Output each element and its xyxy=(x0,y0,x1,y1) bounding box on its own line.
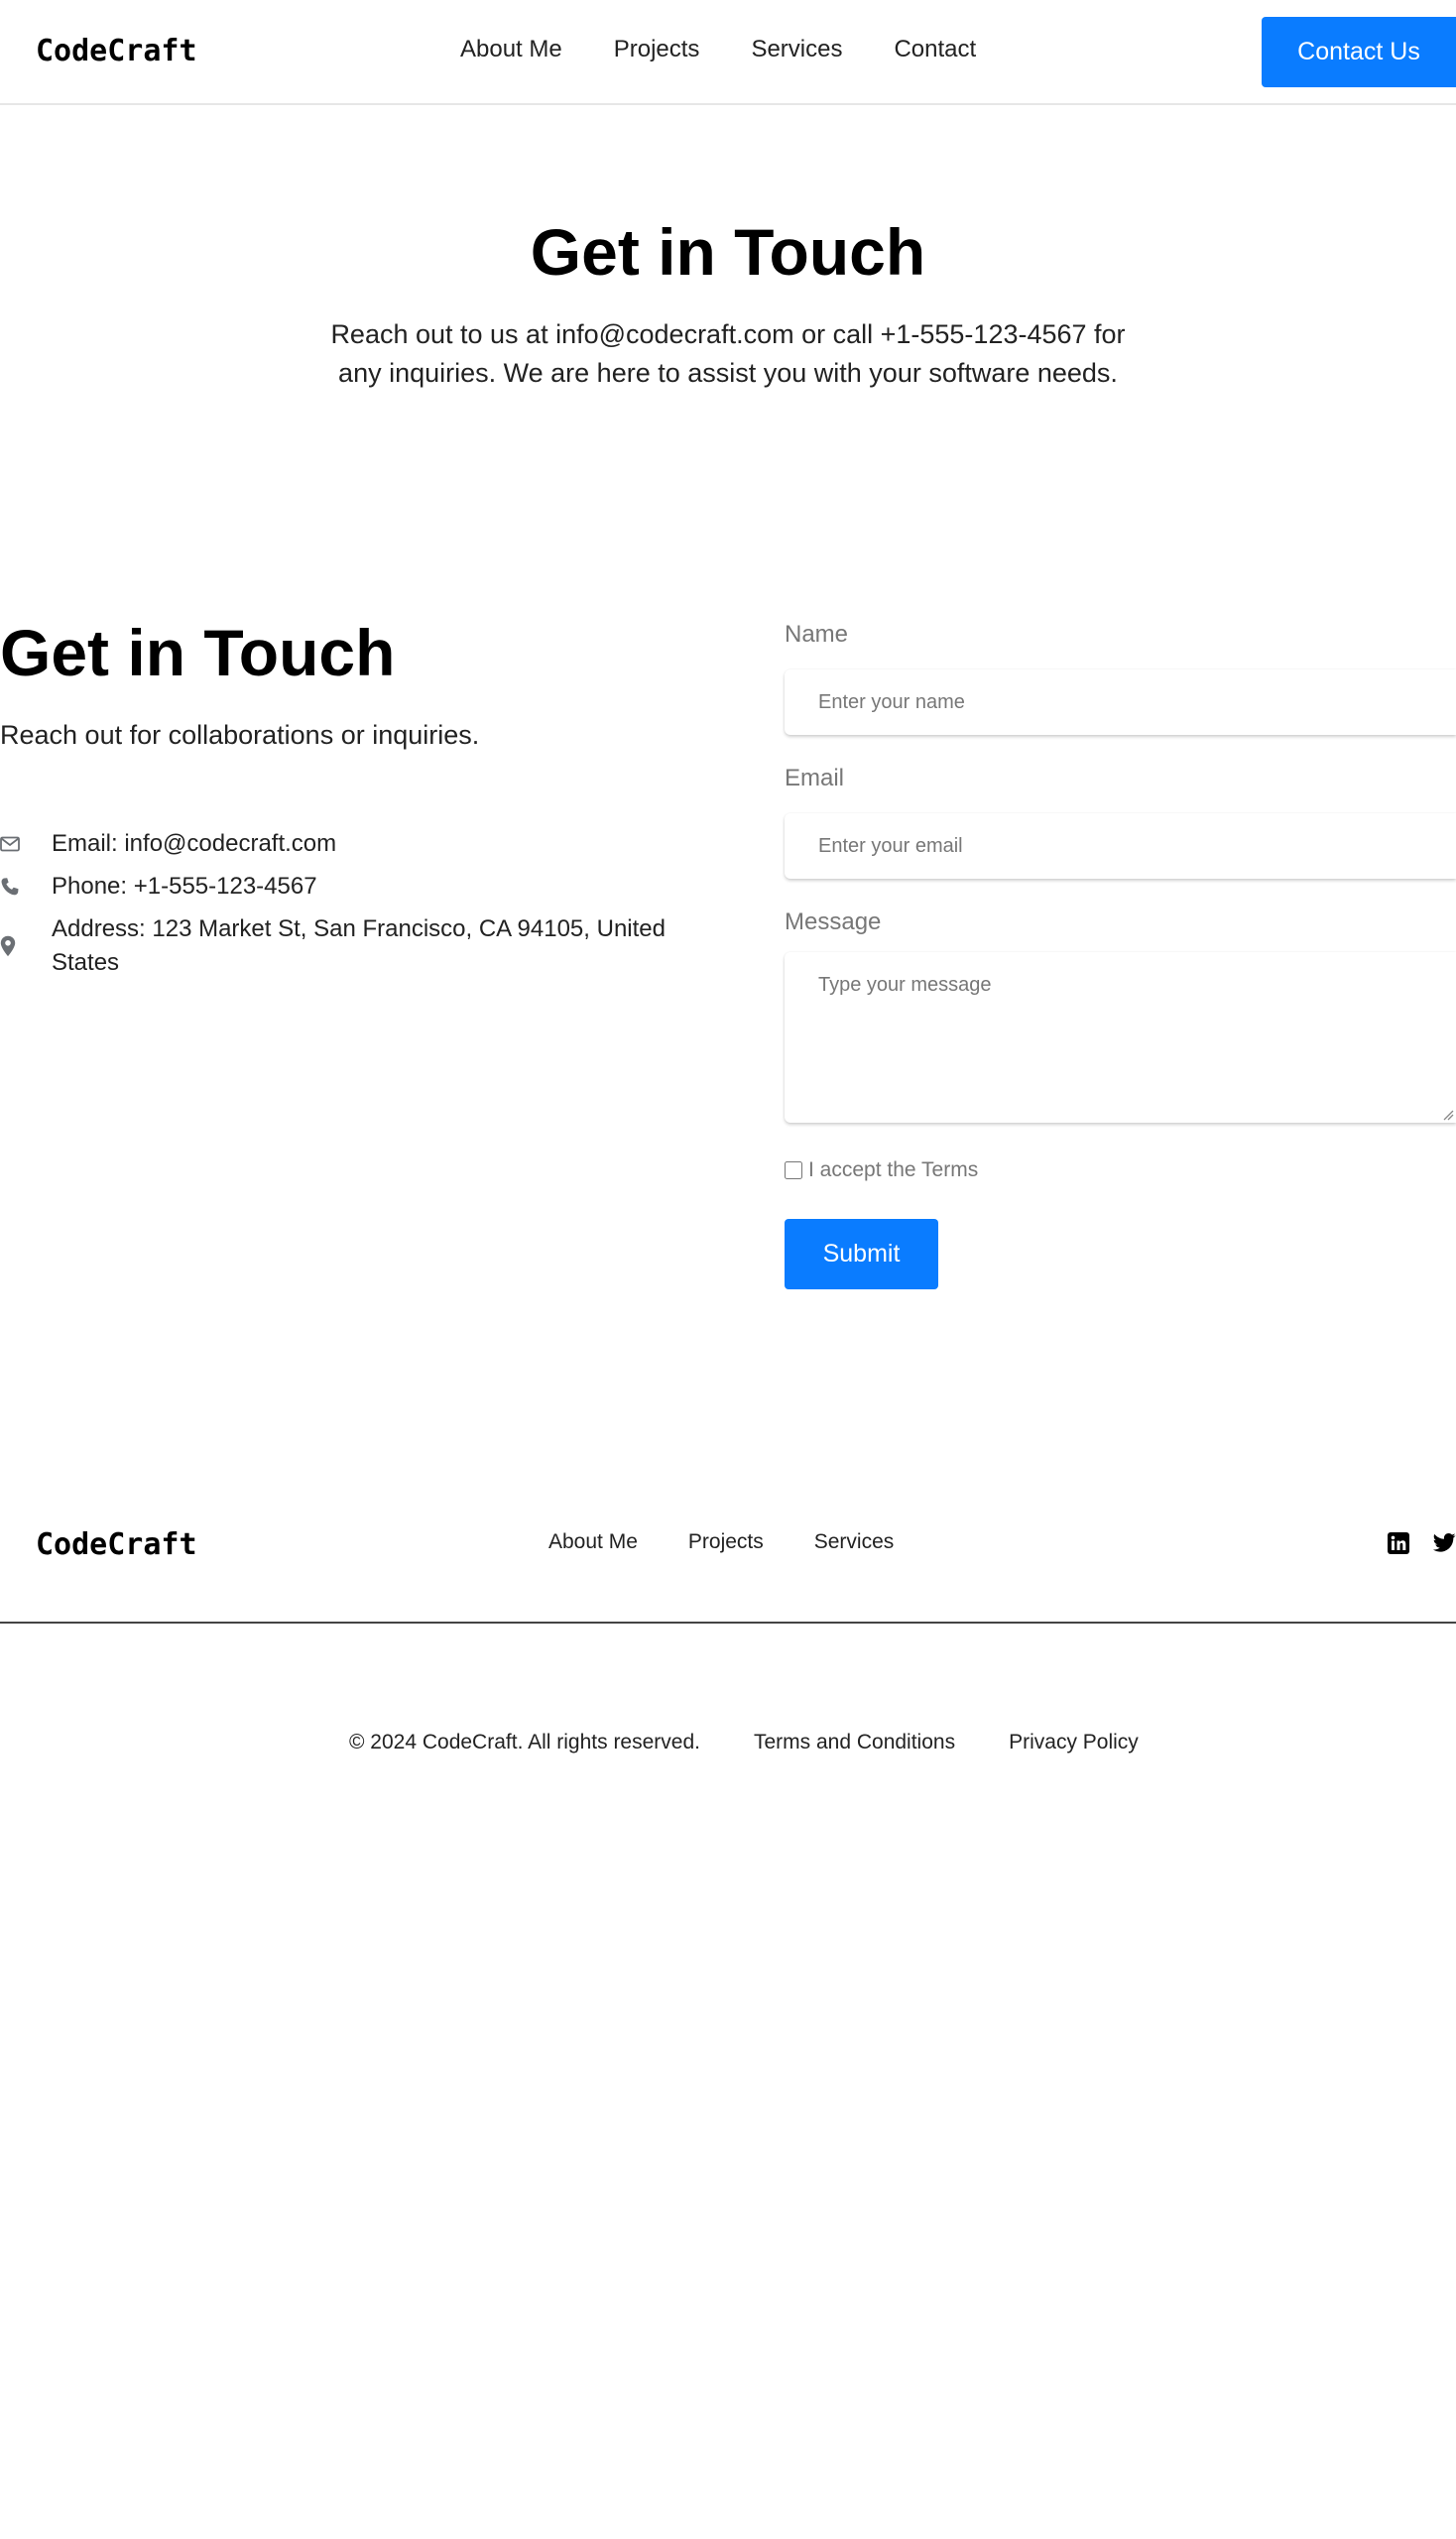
name-label: Name xyxy=(785,621,849,648)
phone-icon xyxy=(0,870,52,904)
nav-about-me[interactable]: About Me xyxy=(460,36,562,63)
contact-address: Address: 123 Market St, San Francisco, C… xyxy=(52,915,666,976)
footer-divider xyxy=(0,1622,1456,1624)
contact-subtitle: Reach out for collaborations or inquirie… xyxy=(0,720,480,750)
map-pin-icon xyxy=(0,912,52,980)
envelope-icon xyxy=(0,827,52,861)
hero-title: Get in Touch xyxy=(530,215,926,289)
email-label: Email xyxy=(785,765,845,791)
copyright: © 2024 CodeCraft. All rights reserved. xyxy=(349,1731,700,1753)
terms-link[interactable]: Terms and Conditions xyxy=(754,1731,955,1754)
main-nav: About Me Projects Services Contact xyxy=(460,36,976,63)
nav-projects[interactable]: Projects xyxy=(614,36,700,63)
hero-text: Reach out to us at info@codecraft.com or… xyxy=(330,319,1126,388)
site-header: CodeCraft About Me Projects Services Con… xyxy=(0,0,1456,105)
linkedin-icon[interactable] xyxy=(1388,1532,1409,1554)
terms-label: I accept the Terms xyxy=(808,1158,979,1181)
message-label: Message xyxy=(785,908,882,935)
contact-us-button[interactable]: Contact Us xyxy=(1262,17,1456,87)
twitter-icon[interactable] xyxy=(1432,1532,1456,1554)
terms-row[interactable]: I accept the Terms xyxy=(785,1158,978,1182)
contact-email-row: Email: info@codecraft.com xyxy=(0,827,706,861)
resize-grip-icon[interactable] xyxy=(1440,1107,1454,1121)
contact-phone-row: Phone: +1-555-123-4567 xyxy=(0,870,706,904)
message-textarea[interactable] xyxy=(785,952,1456,1123)
terms-checkbox[interactable] xyxy=(785,1161,802,1179)
footer-nav: About Me Projects Services xyxy=(548,1530,894,1554)
footer-logo[interactable]: CodeCraft xyxy=(36,1527,197,1562)
footer-nav-about-me[interactable]: About Me xyxy=(548,1530,638,1554)
footer-nav-projects[interactable]: Projects xyxy=(688,1530,764,1554)
email-input[interactable] xyxy=(785,813,1456,879)
contact-title: Get in Touch xyxy=(0,616,396,689)
privacy-link[interactable]: Privacy Policy xyxy=(1009,1731,1139,1754)
name-input[interactable] xyxy=(785,669,1456,735)
submit-button[interactable]: Submit xyxy=(785,1219,938,1289)
logo[interactable]: CodeCraft xyxy=(36,34,197,68)
nav-services[interactable]: Services xyxy=(751,36,842,63)
footer-nav-services[interactable]: Services xyxy=(814,1530,895,1554)
contact-phone: Phone: +1-555-123-4567 xyxy=(52,873,317,900)
contact-address-row: Address: 123 Market St, San Francisco, C… xyxy=(0,912,706,980)
footer-bottom: © 2024 CodeCraft. All rights reserved. T… xyxy=(349,1731,1139,1754)
nav-contact[interactable]: Contact xyxy=(894,36,976,63)
contact-email: Email: info@codecraft.com xyxy=(52,830,337,857)
